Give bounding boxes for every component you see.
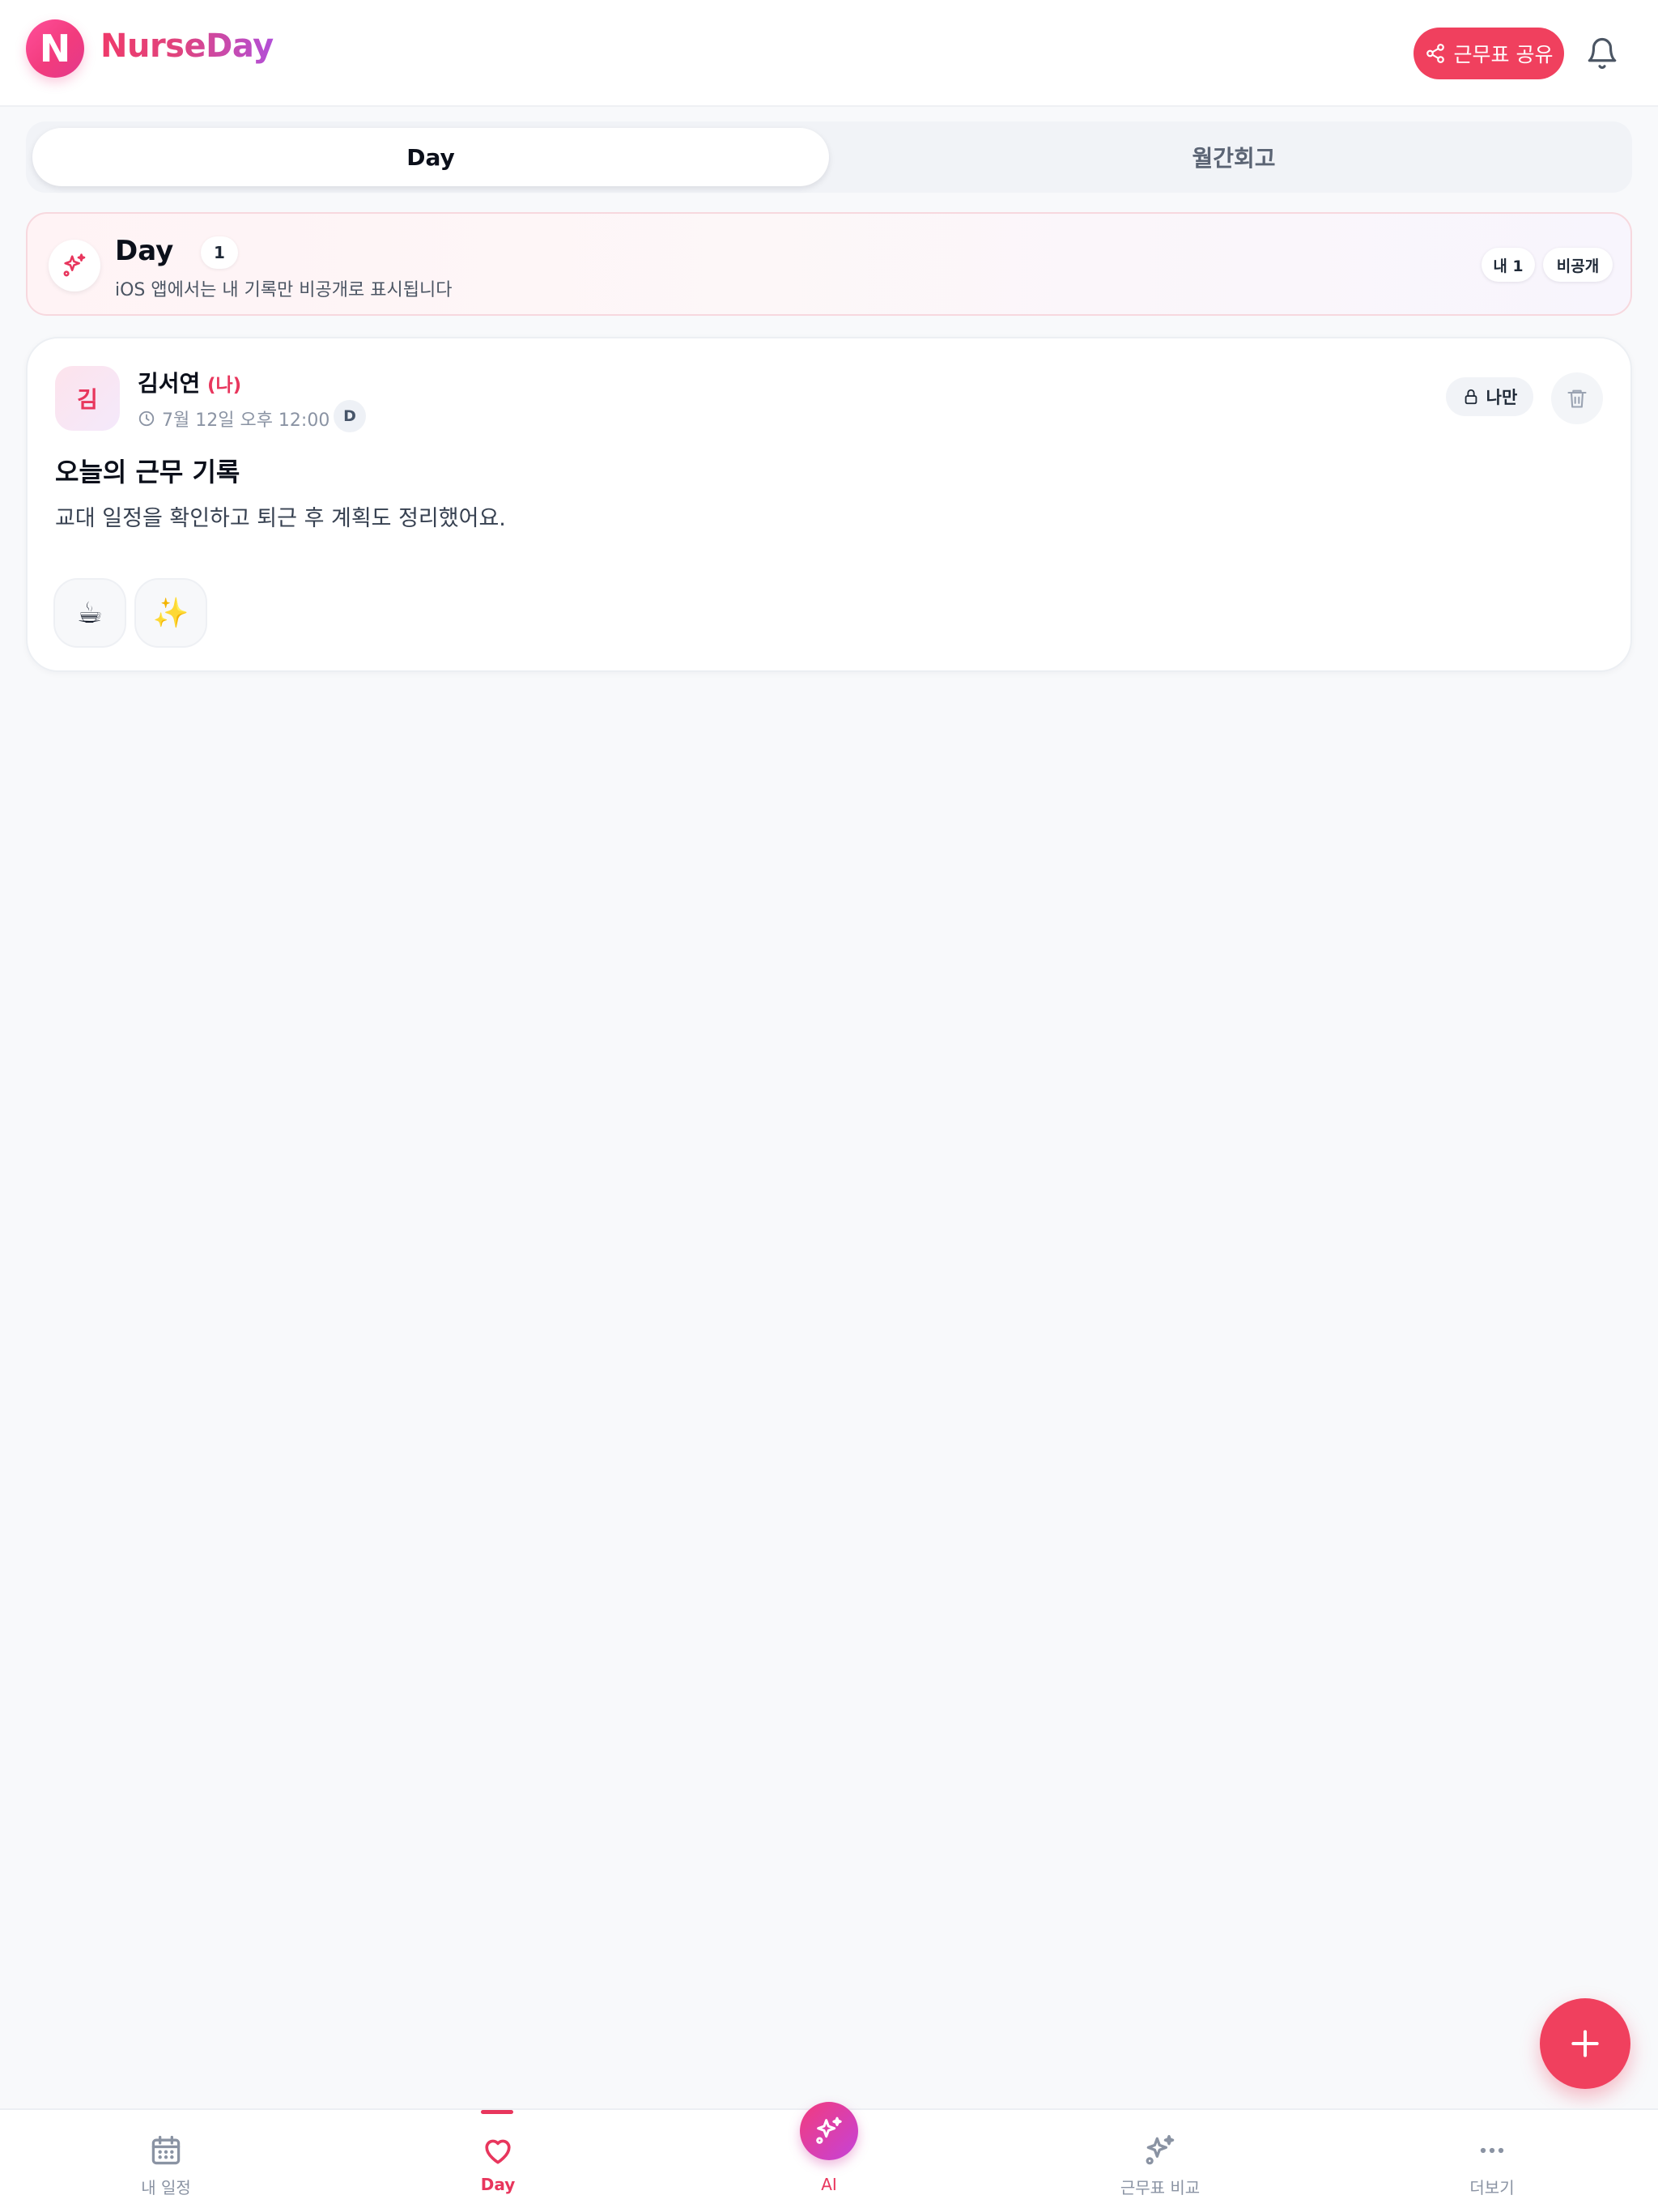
calendar-icon [151, 2135, 181, 2165]
share-schedule-button[interactable]: 근무표 공유 [1414, 28, 1564, 79]
author-name: 김서연 [138, 370, 201, 397]
visibility-label: 나만 [1486, 388, 1518, 407]
more-icon [1480, 2147, 1504, 2154]
banner-title: Day [115, 235, 174, 267]
reaction-sparkles[interactable]: ✨ [134, 578, 207, 648]
view-tabs: Day 월간회고 [26, 121, 1632, 193]
nav-my-schedule[interactable]: 내 일정 [0, 2110, 332, 2212]
nav-label-day: Day [480, 2175, 516, 2194]
nav-day[interactable]: Day [332, 2110, 664, 2212]
reaction-coffee[interactable]: ☕ [53, 578, 126, 648]
nav-label-more: 더보기 [1469, 2178, 1515, 2197]
nav-label-my-schedule: 내 일정 [141, 2178, 191, 2197]
banner-sparkle-badge [49, 240, 100, 291]
top-header: N NurseDay 근무표 공유 [0, 0, 1658, 107]
filter-private-pill[interactable]: 비공개 [1543, 248, 1613, 282]
nav-label-schedule-compare: 근무표 비교 [1120, 2178, 1201, 2197]
lock-icon [1465, 389, 1477, 405]
shift-badge: D [334, 400, 366, 432]
sparkle-outline-icon [1146, 2134, 1175, 2165]
bottom-nav: 내 일정 Day AI 근무표 비교 더보기 [0, 2102, 1658, 2212]
plus-icon [1571, 2030, 1599, 2057]
brand-name: NurseDay [100, 28, 274, 65]
post-body: 교대 일정을 확인하고 퇴근 후 계획도 정리했어요. [55, 506, 506, 531]
nav-label-ai: AI [821, 2175, 837, 2194]
trash-icon [1567, 389, 1587, 408]
tab-monthly-review[interactable]: 월간회고 [835, 128, 1632, 186]
share-icon [1426, 44, 1444, 63]
banner-count-badge: 1 [201, 236, 238, 269]
clock-icon [138, 410, 155, 427]
app-logo: N [26, 19, 84, 78]
post-meta: 7월 12일 오후 12:00 [138, 403, 329, 434]
bell-icon[interactable] [1585, 36, 1619, 71]
visibility-toggle[interactable]: 나만 [1446, 377, 1533, 416]
nav-more[interactable]: 더보기 [1326, 2110, 1658, 2212]
share-button-label: 근무표 공유 [1453, 43, 1554, 66]
app-root: N NurseDay 근무표 공유 Day 월간회고 Day 1 iOS 앱에서… [0, 0, 1658, 2212]
filter-mine-pill[interactable]: 내 1 [1482, 248, 1535, 282]
tab-day[interactable]: Day [32, 128, 829, 186]
sparkle-icon [816, 2116, 842, 2144]
post-title: 오늘의 근무 기록 [55, 457, 240, 487]
add-post-button[interactable] [1540, 1998, 1630, 2089]
sparkle-icon [63, 253, 86, 277]
heart-icon [485, 2139, 511, 2164]
day-info-banner: Day 1 iOS 앱에서는 내 기록만 비공개로 표시됩니다 내 1 비공개 [26, 212, 1632, 316]
logo-letter: N [39, 27, 71, 70]
banner-subtitle: iOS 앱에서는 내 기록만 비공개로 표시됩니다 [115, 280, 453, 300]
nav-ai[interactable] [800, 2102, 858, 2160]
post-card: 김 김서연 (나) 7월 12일 오후 12:00 D 나만 오늘의 근무 기록… [26, 337, 1632, 672]
nav-schedule-compare[interactable]: 근무표 비교 [994, 2110, 1326, 2212]
me-tag: (나) [207, 375, 242, 396]
avatar: 김 [55, 366, 120, 431]
delete-post-button[interactable] [1551, 372, 1603, 424]
avatar-initial: 김 [77, 386, 98, 413]
post-timestamp: 7월 12일 오후 12:00 [162, 410, 330, 431]
